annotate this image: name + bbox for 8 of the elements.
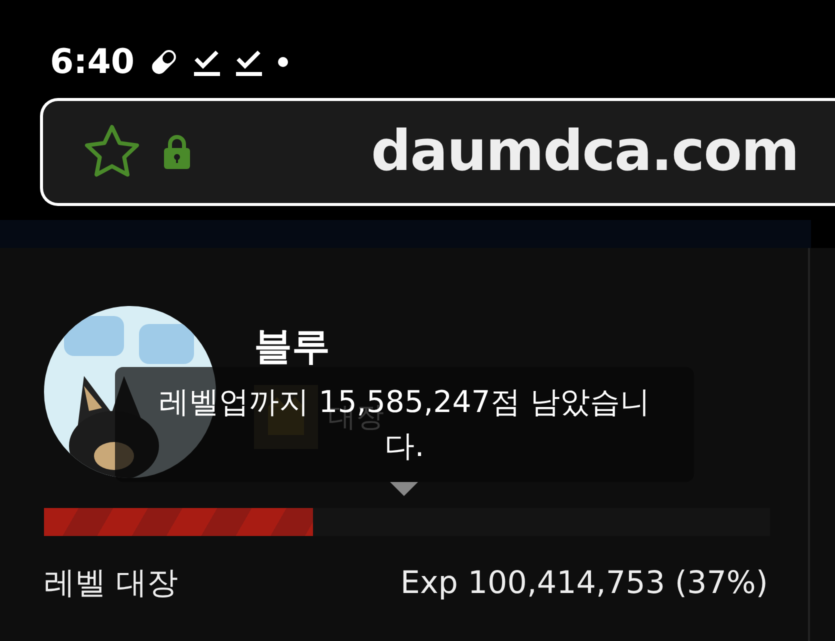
user-name: 블루 xyxy=(254,323,331,370)
clock-time: 6:40 xyxy=(50,40,135,84)
notification-dot-icon xyxy=(276,56,289,68)
url-text: daumdca.com xyxy=(371,118,798,186)
tooltip-arrow xyxy=(390,482,418,496)
exp-text: Exp 100,414,753 (37%) xyxy=(400,564,768,603)
address-bar[interactable]: daumdca.com xyxy=(40,98,835,206)
level-text: 레벨 대장 xyxy=(44,564,178,603)
